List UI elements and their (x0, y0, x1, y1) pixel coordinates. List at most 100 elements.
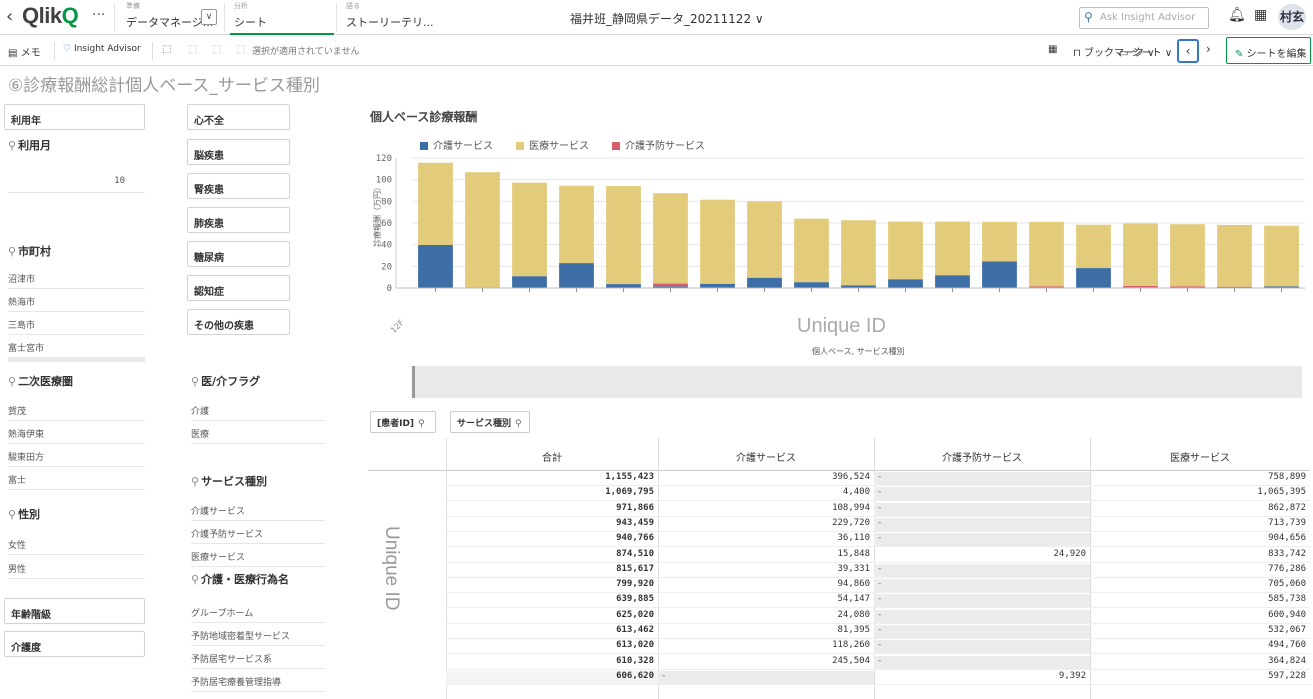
bar-segment[interactable] (888, 221, 923, 280)
filter-ninchishou[interactable]: 認知症 (187, 275, 290, 301)
table-cell-kaigo[interactable]: 4,400 (658, 487, 874, 502)
bar-segment[interactable] (1170, 224, 1205, 287)
table-cell-iryou[interactable]: 758,899 (1090, 472, 1310, 486)
list-item[interactable]: 男性 (8, 558, 145, 579)
list-item[interactable]: 介護 (191, 400, 325, 421)
bar-segment[interactable] (559, 263, 594, 288)
insight-advisor-search[interactable]: ⚲ Ask Insight Advisor (1079, 7, 1209, 29)
table-cell-kaigo[interactable]: 54,147 (658, 594, 874, 609)
bar-segment[interactable] (653, 283, 688, 287)
bar-segment[interactable] (747, 201, 782, 278)
list-item[interactable]: 女性 (8, 534, 145, 555)
table-cell-total[interactable]: 971,866 (446, 503, 658, 517)
bar-segment[interactable] (935, 275, 970, 288)
selection-lasso-icon[interactable]: ⬚ (162, 44, 171, 55)
table-cell-kaigo[interactable]: 24,080 (658, 610, 874, 624)
app-grid-icon[interactable]: ▦ (1254, 7, 1267, 23)
table-cell-yobou[interactable]: - (874, 594, 1090, 609)
column-dimension-button[interactable]: サービス種別 ⚲ (450, 411, 530, 433)
table-cell-yobou[interactable]: - (874, 609, 1090, 624)
table-cell-kaigo[interactable]: 108,994 (658, 503, 874, 517)
table-cell-iryou[interactable]: 494,760 (1090, 640, 1310, 655)
list-item[interactable]: 介護サービス (191, 500, 325, 521)
filter-sonota-shikkan[interactable]: その他の疾患 (187, 309, 290, 335)
bar-segment[interactable] (700, 283, 735, 288)
table-cell-iryou[interactable]: 600,940 (1090, 610, 1310, 624)
filter-ikai-flag-title[interactable]: ⚲ 医/介フラグ (191, 373, 260, 389)
list-item[interactable]: 富士宮市 (8, 337, 145, 358)
table-cell-yobou[interactable]: - (874, 563, 1090, 578)
table-cell-total[interactable]: 639,885 (446, 594, 658, 609)
list-item[interactable]: 熱海市 (8, 291, 145, 312)
table-cell-total[interactable]: 874,510 (446, 549, 658, 563)
bar-segment[interactable] (1076, 268, 1111, 288)
grid-layout-icon[interactable]: ▦ (1048, 44, 1057, 55)
filter-noushikkan[interactable]: 脳疾患 (187, 139, 290, 165)
list-item[interactable]: 三島市 (8, 314, 145, 335)
list-item[interactable]: 駿東田方 (8, 446, 145, 467)
bar-segment[interactable] (1217, 224, 1252, 287)
stacked-bar-chart[interactable]: 020406080100120診療報酬（万円） (350, 150, 1310, 300)
table-cell-total[interactable]: 613,462 (446, 625, 658, 639)
table-cell-total[interactable]: 1,155,423 (446, 472, 658, 486)
table-cell-kaigo[interactable]: 396,524 (658, 472, 874, 486)
tab-narrate[interactable]: 語る ストーリーテリ... (346, 0, 446, 35)
table-cell-iryou[interactable]: 705,060 (1090, 579, 1310, 594)
table-cell-iryou[interactable]: 713,739 (1090, 518, 1310, 532)
bar-segment[interactable] (465, 172, 500, 288)
column-header-iryou[interactable]: 医療サービス (1090, 438, 1310, 471)
table-cell-total[interactable]: 610,328 (446, 656, 658, 670)
list-item[interactable]: グループホーム (191, 602, 325, 623)
filter-riyou-nen[interactable]: 利用年 (4, 104, 145, 130)
table-cell-iryou[interactable]: 904,656 (1090, 533, 1310, 548)
filter-kaigodo[interactable]: 介護度 (4, 631, 145, 657)
chart-scrollbar[interactable] (412, 366, 1302, 398)
filter-haishikkan[interactable]: 肺疾患 (187, 207, 290, 233)
table-cell-iryou[interactable]: 585,738 (1090, 594, 1310, 609)
table-cell-total[interactable]: 943,459 (446, 518, 658, 532)
bar-segment[interactable] (1029, 286, 1064, 288)
table-cell-kaigo[interactable]: 15,848 (658, 549, 874, 563)
table-cell-kaigo[interactable]: 229,720 (658, 518, 874, 532)
filter-service-shubetsu-title[interactable]: ⚲ サービス種別 (191, 473, 267, 489)
bar-segment[interactable] (982, 261, 1017, 288)
bar-segment[interactable] (747, 277, 782, 288)
more-menu-icon[interactable]: ··· (92, 7, 105, 23)
bar-segment[interactable] (559, 185, 594, 264)
table-cell-total[interactable]: 613,020 (446, 640, 658, 655)
table-cell-kaigo[interactable]: 245,504 (658, 656, 874, 670)
bar-segment[interactable] (1123, 285, 1158, 288)
filter-koui-title[interactable]: ⚲ 介護・医療行為名 (191, 571, 289, 587)
list-item[interactable]: 予防地域密着型サービス (191, 625, 325, 646)
filter-jinshikkan[interactable]: 腎疾患 (187, 173, 290, 199)
bar-segment[interactable] (794, 218, 829, 283)
avatar[interactable]: 村玄 (1278, 4, 1306, 30)
bar-segment[interactable] (888, 279, 923, 288)
bar-segment[interactable] (512, 182, 547, 277)
sheet-menu-button[interactable]: ▭ シート ∨ (1119, 44, 1172, 59)
table-cell-total[interactable]: 1,069,795 (446, 487, 658, 502)
bar-segment[interactable] (1029, 221, 1064, 287)
filter-shichouson-title[interactable]: ⚲ 市町村 (8, 243, 51, 259)
back-chevron-icon[interactable]: ‹ (6, 6, 13, 27)
list-item[interactable]: 富士 (8, 469, 145, 490)
column-header-total[interactable]: 合計 (446, 438, 658, 471)
table-cell-kaigo[interactable]: 94,860 (658, 579, 874, 594)
app-title-dropdown[interactable]: 福井班_静岡県データ_20211122 ∨ (570, 10, 764, 27)
filter-riyou-tsuki-title[interactable]: ⚲ 利用月 (8, 137, 51, 153)
prev-sheet-chevron-left-icon[interactable]: ‹ (1177, 39, 1199, 63)
filter-nenrei-kaikyu[interactable]: 年齢階級 (4, 598, 145, 624)
table-cell-total[interactable]: 625,020 (446, 610, 658, 624)
tab-analyze[interactable]: 分析 シート (230, 0, 334, 35)
table-cell-yobou[interactable]: - (874, 517, 1090, 532)
list-item[interactable]: 医療サービス (191, 546, 325, 567)
bar-segment[interactable] (418, 244, 453, 288)
table-cell-iryou[interactable]: 1,065,395 (1090, 487, 1310, 502)
bar-segment[interactable] (1170, 286, 1205, 288)
table-cell-yobou[interactable]: 24,920 (874, 549, 1090, 563)
table-cell-kaigo[interactable]: 36,110 (658, 533, 874, 548)
list-item[interactable]: 介護予防サービス (191, 523, 325, 544)
table-cell-kaigo[interactable]: 118,260 (658, 640, 874, 655)
step-forward-icon[interactable]: ⬚ (212, 44, 221, 55)
filter-seibetsu-title[interactable]: ⚲ 性別 (8, 506, 40, 522)
